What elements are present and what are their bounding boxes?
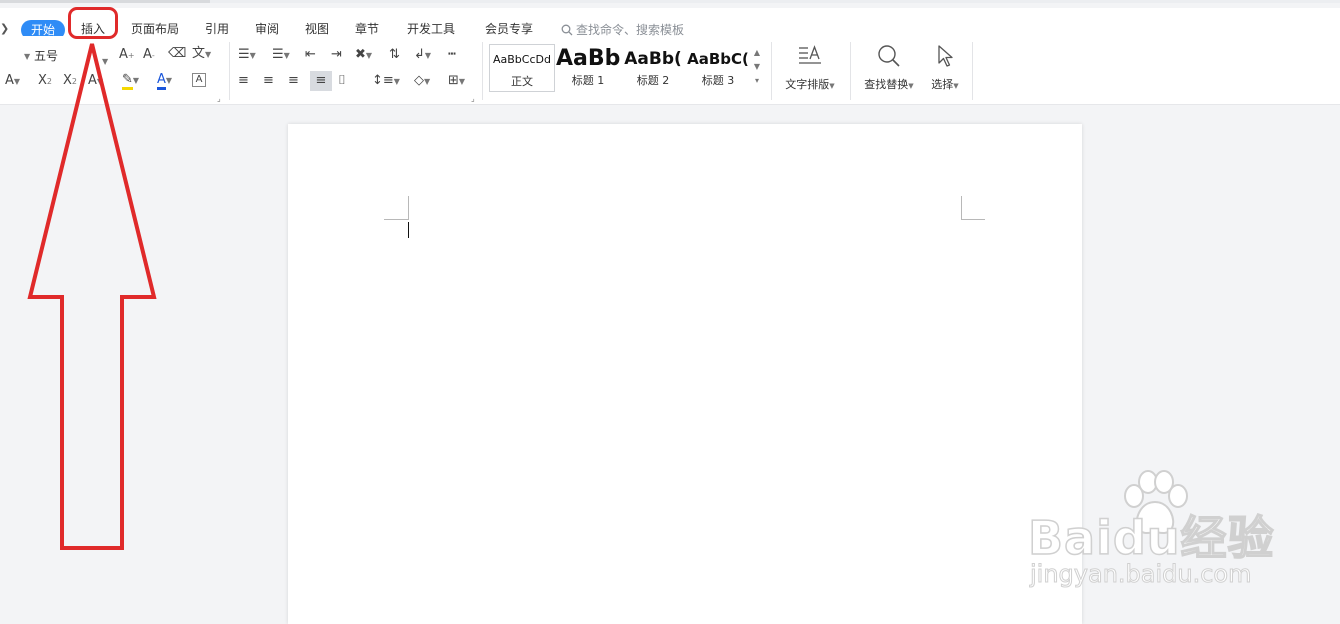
find-replace-label: 查找替换: [864, 78, 909, 91]
text-cursor: [408, 222, 409, 238]
line-spacing-icon[interactable]: ↕≡▼: [372, 73, 400, 90]
more-styles-icon[interactable]: ▾: [751, 74, 763, 88]
align-left-icon[interactable]: ≡: [238, 73, 249, 89]
style-normal[interactable]: AaBbCcDd 正文: [489, 44, 555, 92]
increase-indent-icon[interactable]: ⇥: [331, 47, 342, 63]
tab-review[interactable]: 审阅: [255, 21, 279, 37]
decrease-indent-icon[interactable]: ⇤: [305, 47, 316, 63]
font-dialog-launcher-icon[interactable]: ⌟: [217, 94, 221, 103]
ribbon-separator: [482, 42, 483, 100]
tab-view[interactable]: 视图: [305, 21, 329, 37]
text-layout-icon: [799, 45, 821, 64]
collapse-left-icon[interactable]: ❯: [0, 22, 9, 35]
ribbon-separator: [972, 42, 973, 100]
chevron-down-icon[interactable]: ▼: [751, 60, 763, 74]
style-sample: AaBb(: [624, 49, 682, 69]
borders-icon[interactable]: ⊞▼: [448, 73, 465, 90]
style-heading-1[interactable]: AaBb 标题 1: [556, 44, 620, 92]
tab-chapter[interactable]: 章节: [355, 21, 379, 37]
tab-references[interactable]: 引用: [205, 21, 229, 37]
text-layout-label: 文字排版: [785, 78, 830, 91]
font-color-icon[interactable]: A▼: [157, 72, 172, 90]
search-placeholder: 查找命令、搜索模板: [576, 23, 685, 37]
paragraph-dialog-launcher-icon[interactable]: ⌟: [471, 94, 475, 103]
find-replace-button[interactable]: 查找替换▼: [859, 44, 919, 92]
text-layout-button[interactable]: 文字排版▼: [780, 44, 840, 92]
window-top-bar: [0, 0, 1340, 3]
tab-page-layout[interactable]: 页面布局: [131, 21, 179, 37]
magnifier-icon: [878, 45, 900, 67]
watermark-brand: Baidu经验: [1027, 510, 1275, 566]
tab-member[interactable]: 会员专享: [485, 21, 533, 37]
distributed-align-icon[interactable]: ⌷: [338, 73, 346, 89]
ruler-icon[interactable]: ┅: [448, 47, 456, 63]
style-sample: AaBbCcDd: [493, 53, 551, 66]
search-icon: [561, 24, 573, 36]
character-border-icon[interactable]: A: [192, 73, 206, 87]
ribbon-separator: [850, 42, 851, 100]
styles-gallery: AaBbCcDd 正文 AaBb 标题 1 AaBb( 标题 2 AaBbC( …: [489, 44, 765, 92]
ribbon-tab-bar: ❯ 开始 插入 页面布局 引用 审阅 视图 章节 开发工具 会员专享 查找命令、…: [0, 8, 1340, 40]
margin-mark-right-h: [961, 219, 985, 220]
baidu-watermark: Baidu经验 jingyan.baidu.com: [1027, 468, 1328, 589]
show-marks-icon[interactable]: ↲▼: [414, 47, 431, 64]
style-label: 标题 3: [701, 74, 735, 87]
phonetic-guide-icon[interactable]: 文▼: [192, 46, 211, 63]
styles-scroll[interactable]: ▲ ▼ ▾: [751, 46, 763, 90]
sort-icon[interactable]: ⇅: [389, 47, 400, 63]
annotation-up-arrow-icon: [27, 43, 157, 550]
numbered-list-icon[interactable]: ☰▼: [272, 47, 290, 64]
style-label: 标题 2: [636, 74, 670, 87]
style-heading-2[interactable]: AaBb( 标题 2: [621, 44, 685, 92]
ribbon-separator: [771, 42, 772, 100]
align-right-icon[interactable]: ≡: [288, 73, 299, 89]
select-label: 选择: [931, 78, 954, 91]
shading-icon[interactable]: ◇▼: [414, 73, 430, 90]
cursor-arrow-icon: [938, 45, 953, 67]
ribbon-separator: [229, 42, 230, 100]
justify-icon[interactable]: ≡: [310, 71, 332, 91]
margin-mark-left-v: [408, 196, 409, 220]
select-button[interactable]: 选择▼: [925, 44, 965, 92]
chinese-layout-icon[interactable]: ✖▼: [355, 47, 372, 64]
watermark-url: jingyan.baidu.com: [1029, 560, 1252, 589]
bullet-list-icon[interactable]: ☰▼: [238, 47, 256, 64]
align-center-icon[interactable]: ≡: [263, 73, 274, 89]
strikethrough-icon[interactable]: A▼: [5, 73, 20, 90]
margin-mark-right-v: [961, 196, 962, 220]
chevron-up-icon[interactable]: ▲: [751, 46, 763, 60]
style-heading-3[interactable]: AaBbC( 标题 3: [686, 44, 750, 92]
style-sample: AaBbC(: [687, 50, 749, 68]
annotation-highlight-box: [68, 7, 118, 39]
margin-mark-left-h: [384, 219, 408, 220]
style-label: 标题 1: [571, 74, 605, 87]
tab-developer[interactable]: 开发工具: [407, 21, 455, 37]
style-label: 正文: [511, 75, 533, 88]
style-sample: AaBb: [556, 46, 620, 71]
eraser-icon[interactable]: ⌫: [168, 46, 186, 62]
